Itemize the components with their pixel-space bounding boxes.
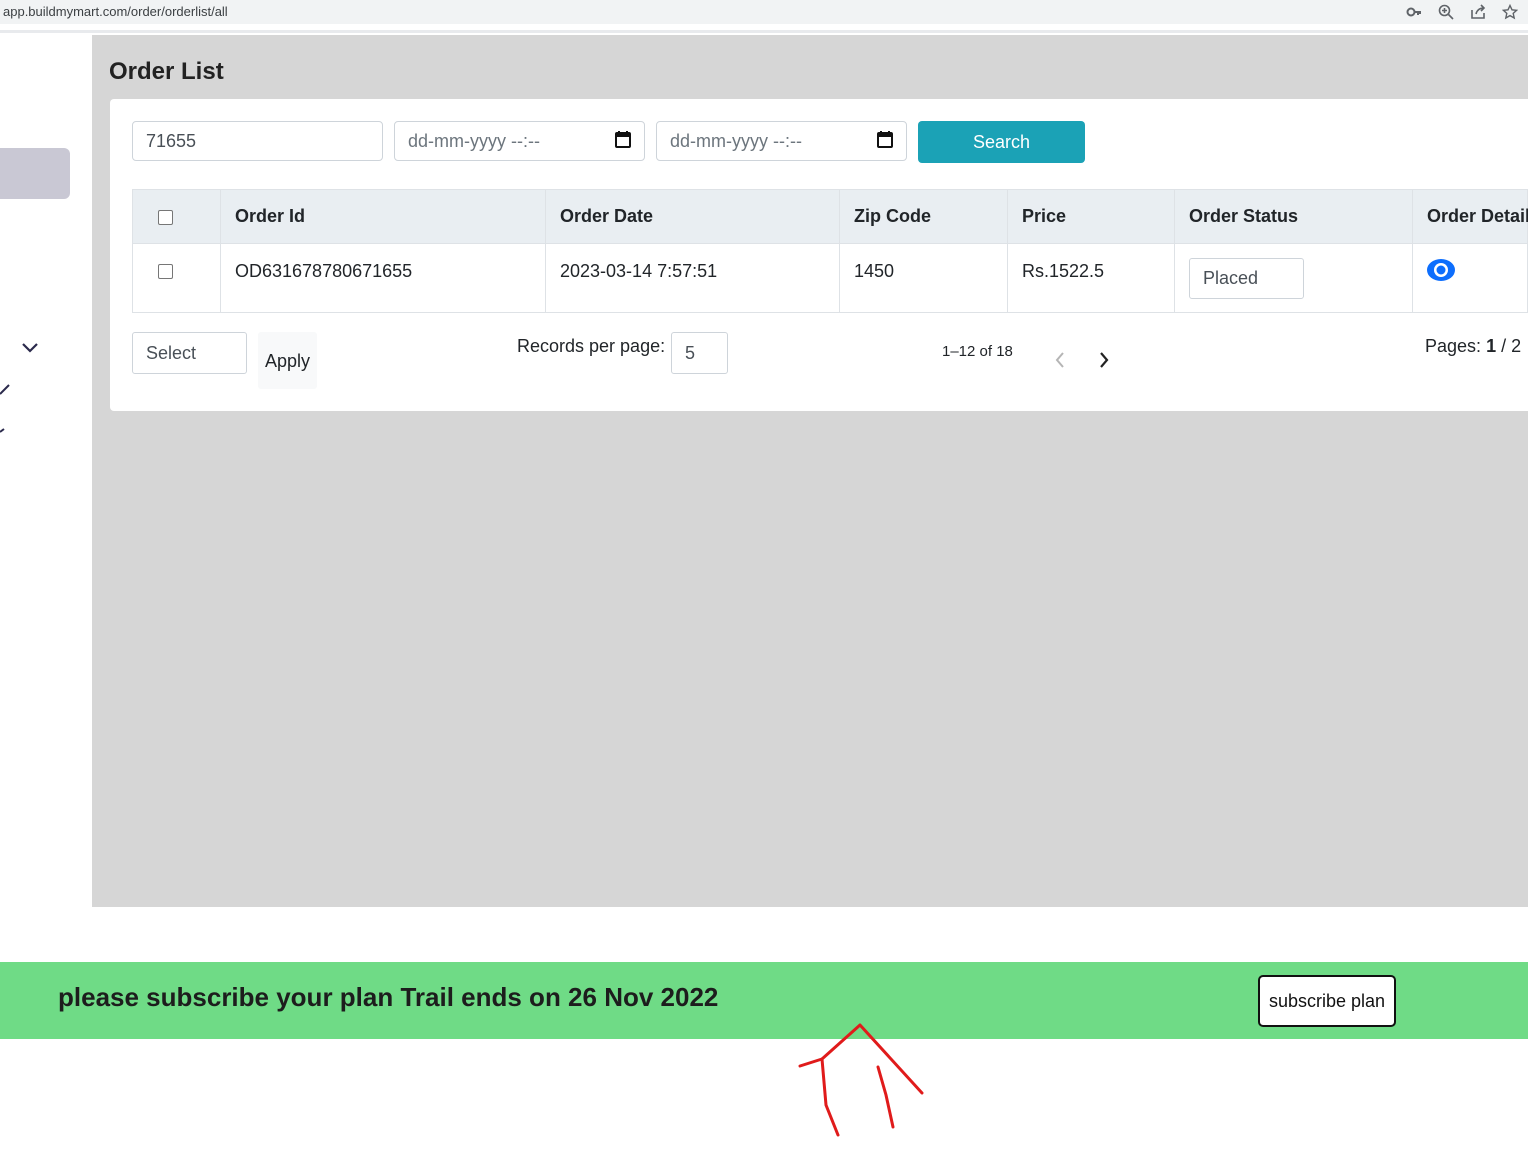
- header-zip-code[interactable]: Zip Code: [840, 190, 1008, 243]
- table-header-row: Order Id Order Date Zip Code Price Order…: [132, 189, 1528, 244]
- table-row: OD631678780671655 2023-03-14 7:57:51 145…: [132, 244, 1528, 313]
- bulk-action-value: Select: [146, 342, 197, 363]
- chevron-partial-icon: [0, 420, 6, 438]
- records-per-page-input[interactable]: 5: [671, 332, 728, 374]
- browser-address-bar: app.buildmymart.com/order/orderlist/all: [0, 0, 1528, 24]
- calendar-icon[interactable]: [615, 130, 631, 153]
- zip-code-cell: 1450: [840, 244, 1008, 312]
- chevron-left-icon[interactable]: [1050, 348, 1070, 377]
- search-input-value: 71655: [146, 130, 197, 151]
- total-pages: / 2: [1501, 336, 1522, 356]
- records-per-page-value: 5: [685, 342, 696, 363]
- calendar-icon[interactable]: [877, 130, 893, 153]
- header-order-status[interactable]: Order Status: [1175, 190, 1413, 243]
- date-to-field[interactable]: dd-mm-yyyy --:--: [656, 121, 907, 161]
- header-order-id[interactable]: Order Id: [221, 190, 546, 243]
- pages-indicator: Pages: 1 / 2: [1425, 336, 1521, 357]
- star-icon[interactable]: [1500, 2, 1520, 22]
- page-title: Order List: [109, 58, 224, 85]
- select-all-checkbox[interactable]: [158, 210, 173, 225]
- pagination-range: 1–12 of 18: [942, 343, 1013, 360]
- order-details-cell: [1413, 244, 1528, 312]
- order-status-cell: Placed: [1175, 244, 1413, 312]
- sidebar-active-item[interactable]: [0, 148, 70, 199]
- row-checkbox[interactable]: [158, 264, 173, 279]
- order-id-cell: OD631678780671655: [221, 244, 546, 312]
- header-order-details[interactable]: Order Details: [1413, 190, 1528, 243]
- row-select-cell: [133, 244, 221, 312]
- current-page: 1: [1486, 336, 1497, 356]
- date-from-field[interactable]: dd-mm-yyyy --:--: [394, 121, 645, 161]
- url-text[interactable]: app.buildmymart.com/order/orderlist/all: [3, 4, 228, 19]
- subscription-banner: please subscribe your plan Trail ends on…: [0, 962, 1528, 1039]
- date-from-placeholder: dd-mm-yyyy --:--: [408, 130, 540, 151]
- header-order-date[interactable]: Order Date: [546, 190, 840, 243]
- chevron-partial-icon: [0, 380, 12, 401]
- order-status-select[interactable]: Placed: [1189, 258, 1304, 299]
- annotation-arrow-icon: [798, 1023, 924, 1137]
- search-button[interactable]: Search: [918, 121, 1085, 163]
- browser-icons: [1404, 2, 1520, 22]
- subscribe-plan-button[interactable]: subscribe plan: [1258, 975, 1396, 1027]
- banner-message: please subscribe your plan Trail ends on…: [58, 982, 719, 1012]
- toolbar-divider: [0, 30, 1528, 33]
- chevron-down-icon[interactable]: [20, 338, 40, 363]
- order-date-cell: 2023-03-14 7:57:51: [546, 244, 840, 312]
- date-to-placeholder: dd-mm-yyyy --:--: [670, 130, 802, 151]
- pages-label: Pages:: [1425, 336, 1482, 356]
- apply-button[interactable]: Apply: [258, 332, 317, 389]
- header-price[interactable]: Price: [1008, 190, 1175, 243]
- price-cell: Rs.1522.5: [1008, 244, 1175, 312]
- key-icon[interactable]: [1404, 2, 1424, 22]
- search-input[interactable]: 71655: [132, 121, 383, 161]
- zoom-icon[interactable]: [1436, 2, 1456, 22]
- eye-icon[interactable]: [1426, 257, 1456, 288]
- bulk-action-select[interactable]: Select: [132, 332, 247, 374]
- share-icon[interactable]: [1468, 2, 1488, 22]
- records-per-page-label: Records per page:: [517, 336, 666, 356]
- header-select-cell: [133, 190, 221, 243]
- order-status-value: Placed: [1203, 268, 1259, 288]
- chevron-right-icon[interactable]: [1094, 348, 1114, 377]
